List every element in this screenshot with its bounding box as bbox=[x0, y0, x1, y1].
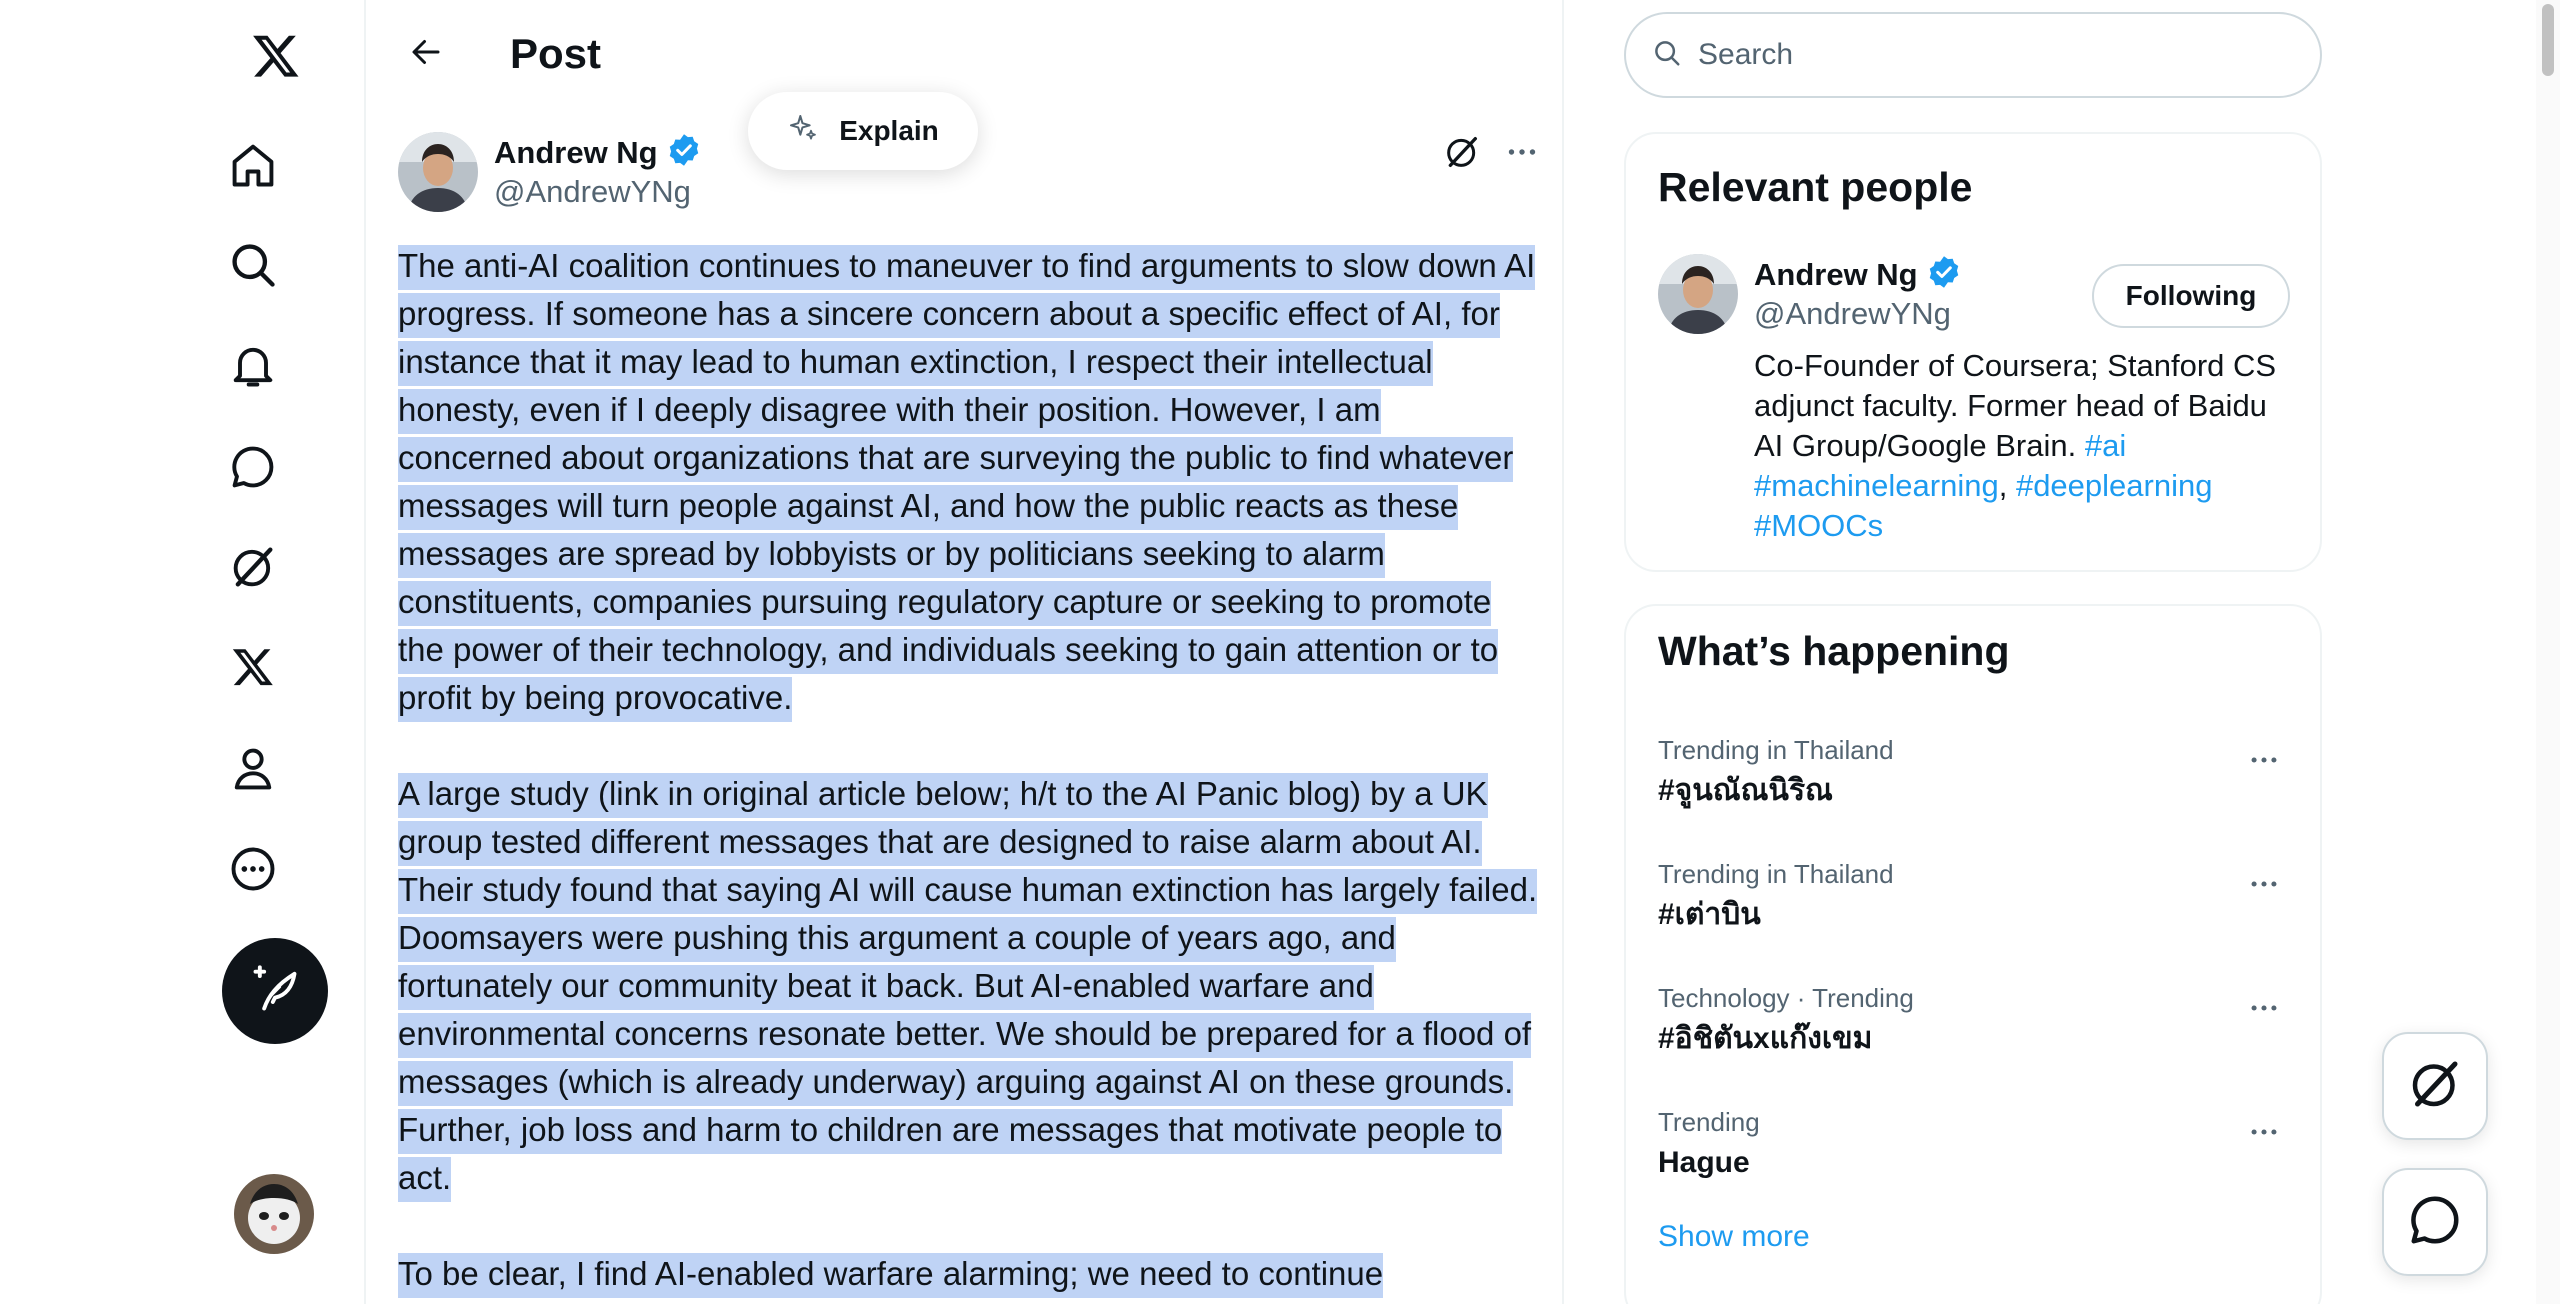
trend-more-button[interactable] bbox=[2242, 1112, 2286, 1156]
whats-happening-title: What’s happening bbox=[1658, 628, 2010, 674]
trend-category: Technology · Trending bbox=[1658, 983, 1914, 1013]
home-icon bbox=[227, 139, 279, 196]
trend-item[interactable]: Trending in Thailand #จูนณัณนิริณ bbox=[1626, 720, 2320, 844]
show-more-link[interactable]: Show more bbox=[1658, 1220, 1810, 1254]
feather-plus-icon bbox=[249, 963, 301, 1020]
relevant-person-avatar[interactable] bbox=[1658, 254, 1738, 334]
trend-category: Trending in Thailand bbox=[1658, 735, 1894, 765]
chat-bubble-icon bbox=[227, 441, 279, 498]
author-name[interactable]: Andrew Ng bbox=[494, 133, 658, 173]
author-avatar[interactable] bbox=[398, 132, 478, 212]
trend-item[interactable]: Trending in Thailand #เต่าบิน bbox=[1626, 844, 2320, 968]
trend-category: Trending in Thailand bbox=[1658, 859, 1894, 889]
trend-category: Trending bbox=[1658, 1107, 1760, 1137]
relevant-people-panel: Relevant people Andrew Ng @AndrewYNg Fol… bbox=[1624, 132, 2322, 572]
nav-messages[interactable] bbox=[222, 438, 284, 500]
post-text: The anti-AI coalition continues to maneu… bbox=[398, 242, 1538, 1304]
search-icon bbox=[227, 239, 279, 296]
relevant-people-title: Relevant people bbox=[1658, 164, 1973, 210]
trend-more-button[interactable] bbox=[2242, 864, 2286, 908]
hashtag-link[interactable]: #deeplearning bbox=[2016, 468, 2213, 503]
x-logo-icon[interactable] bbox=[244, 24, 308, 88]
back-button[interactable] bbox=[398, 26, 454, 82]
more-horizontal-icon bbox=[2247, 1115, 2281, 1154]
nav-grok[interactable] bbox=[222, 538, 284, 600]
more-horizontal-icon bbox=[2247, 743, 2281, 782]
more-circle-icon bbox=[227, 843, 279, 900]
trend-item[interactable]: Trending Hague bbox=[1626, 1092, 2320, 1216]
x-logo-icon bbox=[231, 645, 275, 694]
person-icon bbox=[227, 743, 279, 800]
bio-text: Co-Founder of Coursera; Stanford CS adju… bbox=[1754, 348, 2277, 463]
author-handle[interactable]: @AndrewYNg bbox=[494, 172, 691, 212]
trend-name: #อิชิตันxแก๊งเขม bbox=[1658, 1022, 1873, 1055]
relevant-person-bio: Co-Founder of Coursera; Stanford CS adju… bbox=[1754, 348, 2277, 543]
nav-profile[interactable] bbox=[222, 740, 284, 802]
trend-name: #เต่าบิน bbox=[1658, 898, 1761, 931]
trend-more-button[interactable] bbox=[2242, 740, 2286, 784]
compose-post-button[interactable] bbox=[222, 938, 328, 1044]
more-horizontal-icon bbox=[1504, 134, 1540, 175]
hashtag-link[interactable]: #MOOCs bbox=[1754, 508, 1883, 543]
selected-text: A large study (link in original article … bbox=[398, 773, 1538, 1202]
grok-icon bbox=[2405, 1054, 2465, 1119]
page-title: Post bbox=[510, 30, 602, 77]
nav-explore[interactable] bbox=[222, 236, 284, 298]
page-scrollbar[interactable] bbox=[2536, 0, 2560, 1304]
grok-icon bbox=[1442, 132, 1482, 177]
selected-text: The anti-AI coalition continues to maneu… bbox=[398, 245, 1536, 722]
nav-notifications[interactable] bbox=[222, 336, 284, 398]
trend-more-button[interactable] bbox=[2242, 988, 2286, 1032]
more-horizontal-icon bbox=[2247, 867, 2281, 906]
grok-icon bbox=[227, 541, 279, 598]
relevant-person-name-row: Andrew Ng bbox=[1754, 254, 1962, 295]
scrollbar-thumb[interactable] bbox=[2542, 4, 2554, 76]
verified-badge-icon bbox=[1926, 254, 1962, 295]
search-icon bbox=[1652, 38, 1682, 73]
explain-button[interactable]: Explain bbox=[748, 92, 978, 170]
arrow-left-icon bbox=[408, 34, 444, 75]
trend-name: Hague bbox=[1658, 1146, 1750, 1179]
nav-more[interactable] bbox=[222, 840, 284, 902]
relevant-person-handle[interactable]: @AndrewYNg bbox=[1754, 294, 1951, 334]
chat-bubble-icon bbox=[2405, 1190, 2465, 1255]
search-input[interactable] bbox=[1698, 38, 2298, 72]
whats-happening-panel: What’s happening Trending in Thailand #จ… bbox=[1624, 604, 2322, 1304]
grok-float-button[interactable] bbox=[2382, 1032, 2488, 1140]
post-more-button[interactable] bbox=[1494, 126, 1550, 182]
hashtag-link[interactable]: #ai bbox=[2085, 428, 2126, 463]
post-paragraph: A large study (link in original article … bbox=[398, 770, 1538, 1202]
nav-premium[interactable] bbox=[222, 638, 284, 700]
search-box[interactable] bbox=[1624, 12, 2322, 98]
hashtag-link[interactable]: #machinelearning bbox=[1754, 468, 1999, 503]
verified-badge-icon bbox=[666, 132, 702, 173]
account-avatar[interactable] bbox=[234, 1174, 314, 1254]
trend-name: #จูนณัณนิริณ bbox=[1658, 774, 1833, 807]
sparkle-icon bbox=[787, 112, 819, 151]
trend-item[interactable]: Technology · Trending #อิชิตันxแก๊งเขม bbox=[1626, 968, 2320, 1092]
nav-home[interactable] bbox=[222, 136, 284, 198]
bell-icon bbox=[227, 339, 279, 396]
author-name-row: Andrew Ng bbox=[494, 132, 702, 173]
messages-float-button[interactable] bbox=[2382, 1168, 2488, 1276]
post-paragraph: To be clear, I find AI-enabled warfare a… bbox=[398, 1250, 1538, 1298]
more-horizontal-icon bbox=[2247, 991, 2281, 1030]
main-column: Post Andrew Ng @AndrewYNg The anti-AI co… bbox=[364, 0, 1564, 1304]
selected-text: To be clear, I find AI-enabled warfare a… bbox=[398, 1253, 1384, 1298]
explain-label: Explain bbox=[839, 115, 939, 146]
post-paragraph: The anti-AI coalition continues to maneu… bbox=[398, 242, 1538, 722]
following-button[interactable]: Following bbox=[2092, 264, 2290, 328]
grok-explain-post-button[interactable] bbox=[1434, 126, 1490, 182]
relevant-person-name[interactable]: Andrew Ng bbox=[1754, 255, 1918, 295]
left-nav bbox=[0, 0, 364, 1304]
